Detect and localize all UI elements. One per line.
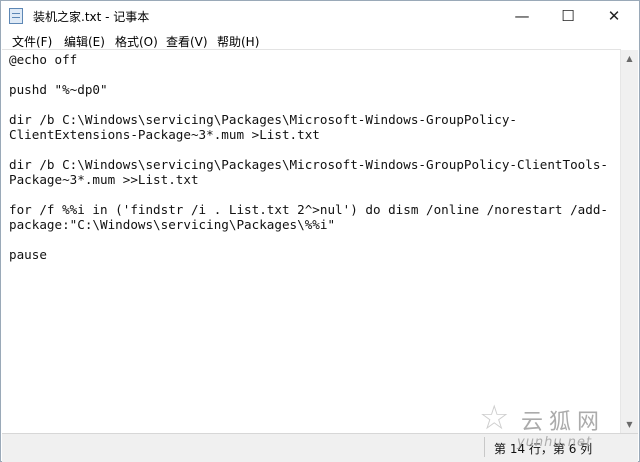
site-watermark: ☆ 云狐网 yunhu.net — [479, 398, 629, 456]
star-icon: ☆ — [479, 398, 510, 438]
editor-line: Package~3*.mum >>List.txt — [9, 172, 199, 187]
editor-line: pause — [9, 247, 47, 262]
menu-format[interactable]: 格式(O) — [115, 33, 158, 50]
close-button[interactable]: ✕ — [591, 1, 637, 31]
notepad-icon — [9, 8, 23, 24]
editor-line: pushd "%~dp0" — [9, 82, 108, 97]
editor-line: ClientExtensions-Package~3*.mum >List.tx… — [9, 127, 320, 142]
menu-bar: 文件(F) 编辑(E) 格式(O) 查看(V) 帮助(H) — [1, 31, 639, 51]
watermark-url: yunhu.net — [517, 435, 593, 450]
window-title: 装机之家.txt - 记事本 — [33, 10, 150, 24]
vertical-scrollbar[interactable]: ▲ ▼ — [620, 50, 638, 433]
menu-help[interactable]: 帮助(H) — [217, 33, 259, 50]
text-editor[interactable]: @echo off pushd "%~dp0" dir /b C:\Window… — [2, 49, 621, 434]
menu-view[interactable]: 查看(V) — [166, 33, 208, 50]
editor-line: dir /b C:\Windows\servicing\Packages\Mic… — [9, 112, 517, 127]
minimize-button[interactable]: — — [499, 1, 545, 31]
editor-line: @echo off — [9, 52, 78, 67]
title-bar[interactable]: 装机之家.txt - 记事本 — ☐ ✕ — [1, 1, 639, 31]
menu-file[interactable]: 文件(F) — [12, 33, 52, 50]
maximize-button[interactable]: ☐ — [545, 1, 591, 31]
menu-edit[interactable]: 编辑(E) — [64, 33, 105, 50]
editor-line: package:"C:\Windows\servicing\Packages\%… — [9, 217, 336, 232]
watermark-text: 云狐网 — [521, 410, 606, 435]
editor-line: dir /b C:\Windows\servicing\Packages\Mic… — [9, 157, 608, 172]
editor-line: for /f %%i in ('findstr /i . List.txt 2^… — [9, 202, 608, 217]
notepad-window: 装机之家.txt - 记事本 — ☐ ✕ 文件(F) 编辑(E) 格式(O) 查… — [0, 0, 640, 462]
scroll-up-icon[interactable]: ▲ — [621, 50, 638, 67]
